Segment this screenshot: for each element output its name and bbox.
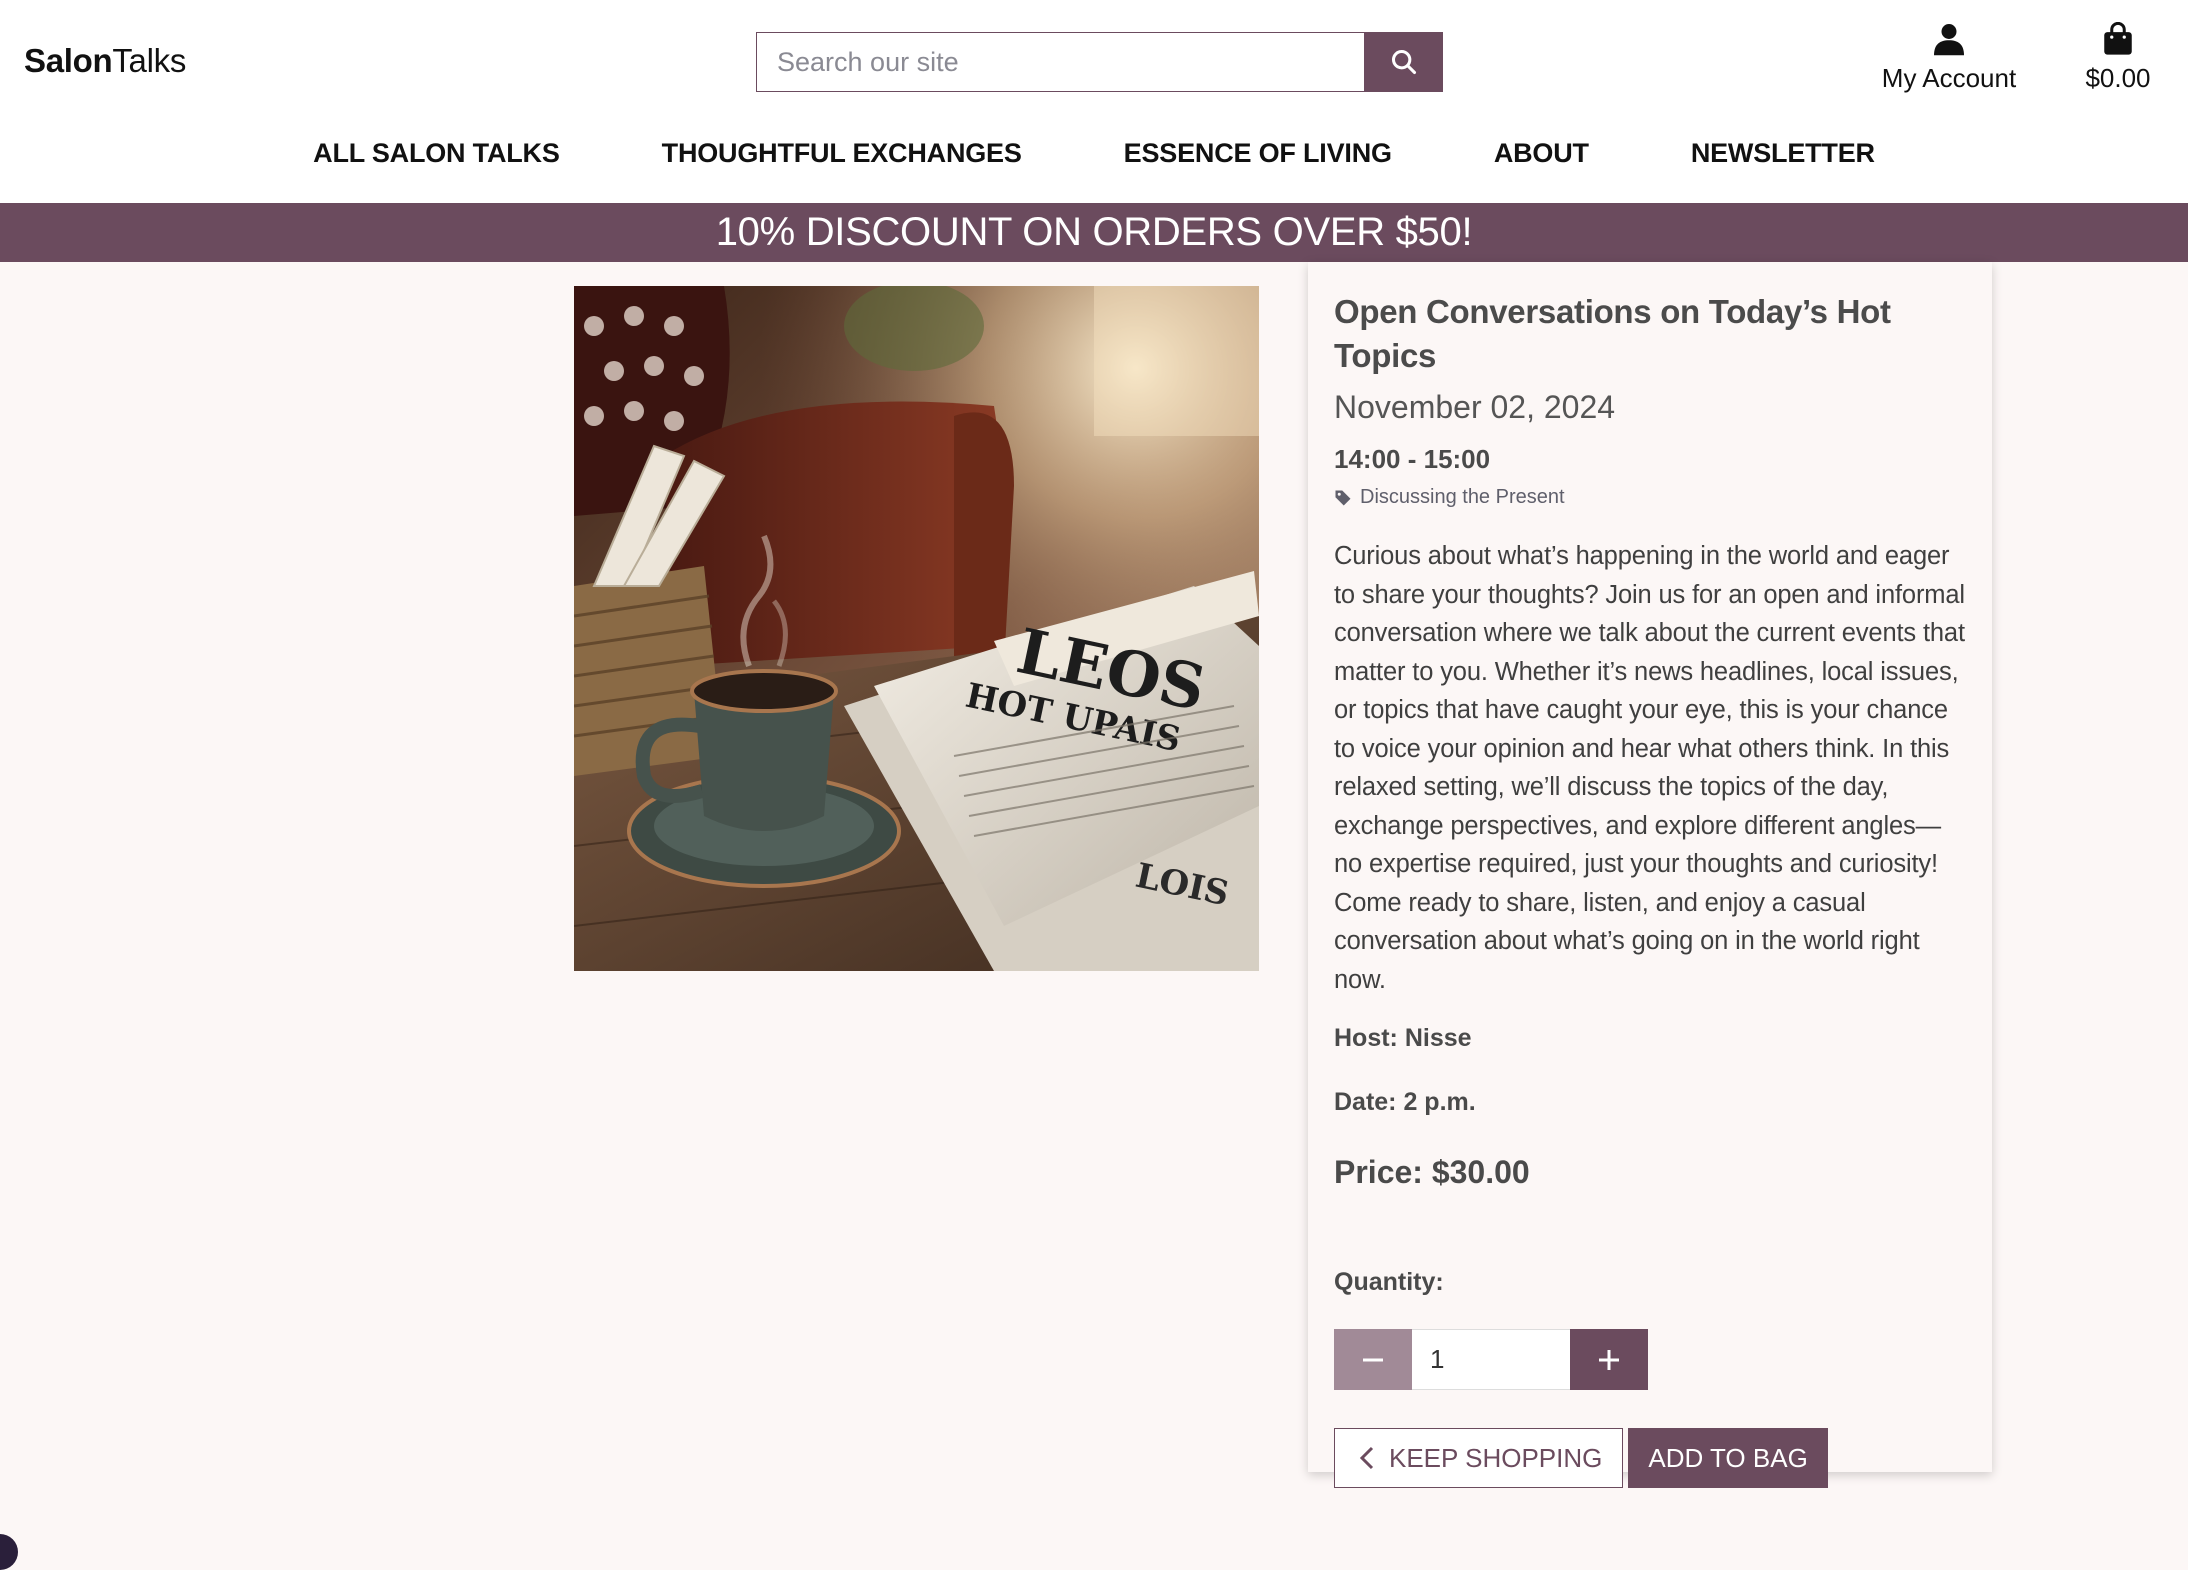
logo-light: Talks <box>112 42 187 79</box>
product-description: Curious about what’s happening in the wo… <box>1334 542 1965 994</box>
nav-item-all-salon-talks[interactable]: ALL SALON TALKS <box>262 138 611 169</box>
my-account-link[interactable]: My Account <box>1874 22 2024 94</box>
product-price: Price: $30.00 <box>1334 1154 1530 1190</box>
plus-icon <box>1599 1349 1619 1370</box>
nav-item-newsletter[interactable]: NEWSLETTER <box>1640 138 1926 169</box>
nav-item-about[interactable]: ABOUT <box>1443 138 1640 169</box>
user-icon <box>1934 24 1964 56</box>
decrement-button[interactable] <box>1334 1329 1412 1390</box>
tag-icon <box>1335 490 1351 505</box>
search-form <box>756 32 1443 92</box>
shopping-bag-link[interactable]: $0.00 <box>2074 21 2162 94</box>
bag-total: $0.00 <box>2085 63 2151 93</box>
site-logo[interactable]: SalonTalks <box>24 42 186 80</box>
search-button[interactable] <box>1364 32 1443 92</box>
keep-shopping-label: KEEP SHOPPING <box>1389 1442 1603 1473</box>
product-details-card: Open Conversations on Today’s Hot Topics… <box>1308 262 1992 1488</box>
search-icon <box>1391 49 1416 75</box>
product-image: LEOS HOT UPAIS LOIS <box>574 286 1259 971</box>
product-date-line: Date: 2 p.m. <box>1334 1088 1476 1116</box>
logo-bold: Salon <box>24 42 113 79</box>
chevron-left-icon <box>1359 1446 1374 1470</box>
product-title: Open Conversations on Today’s Hot Topics <box>1334 293 1891 374</box>
site-header: SalonTalks My Account $0.00 ALL SALON TA… <box>0 0 2188 203</box>
my-account-label: My Account <box>1881 63 2017 93</box>
quantity-input[interactable] <box>1412 1329 1570 1390</box>
add-to-bag-button[interactable]: ADD TO BAG <box>1628 1428 1828 1488</box>
increment-button[interactable] <box>1570 1329 1648 1390</box>
quantity-stepper <box>1334 1329 1966 1390</box>
nav-item-essence-of-living[interactable]: ESSENCE OF LIVING <box>1073 138 1443 169</box>
product-category-label: Discussing the Present <box>1360 486 1565 508</box>
product-time: 14:00 - 15:00 <box>1334 444 1491 474</box>
nav-item-thoughtful-exchanges[interactable]: THOUGHTFUL EXCHANGES <box>611 138 1073 169</box>
corner-widget <box>0 1534 18 1570</box>
product-category-link[interactable]: Discussing the Present <box>1334 486 1966 509</box>
keep-shopping-button[interactable]: KEEP SHOPPING <box>1334 1428 1624 1488</box>
quantity-label: Quantity: <box>1334 1268 1444 1296</box>
minus-icon <box>1363 1358 1383 1361</box>
product-date: November 02, 2024 <box>1334 389 1616 425</box>
promo-banner: 10% DISCOUNT ON ORDERS OVER $50! <box>0 203 2188 262</box>
search-input[interactable] <box>756 32 1364 92</box>
product-actions: KEEP SHOPPING ADD TO BAG <box>1334 1428 1966 1488</box>
main-nav: ALL SALON TALKS THOUGHTFUL EXCHANGES ESS… <box>0 138 2188 169</box>
shopping-bag-icon <box>2104 21 2132 55</box>
product-host: Host: Nisse <box>1334 1024 1472 1052</box>
